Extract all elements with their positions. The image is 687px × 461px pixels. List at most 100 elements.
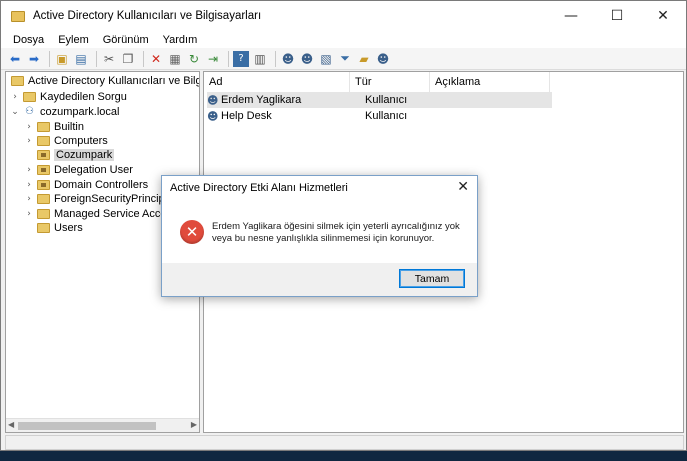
tree-label-selected: Cozumpark: [54, 148, 115, 161]
users-icon[interactable]: ☻: [375, 51, 391, 67]
domain-icon: ⚇: [25, 106, 34, 117]
dialog-message-line: Erdem Yaglikara öğesini silmek için yete…: [212, 221, 460, 232]
tree-label: Domain Controllers: [54, 178, 149, 191]
cut-icon[interactable]: ✂: [101, 51, 117, 67]
dialog-close-button[interactable]: ✕: [457, 179, 469, 195]
tree-item-foreign-security-principals[interactable]: › ForeignSecurityPrincipals: [24, 191, 179, 206]
ou-icon: [37, 179, 50, 190]
refresh-icon[interactable]: ↻: [186, 51, 202, 67]
scrollbar-thumb[interactable]: [18, 422, 156, 430]
ad-folder-icon: [11, 10, 25, 22]
copy-icon[interactable]: ❐: [120, 51, 136, 67]
folder-icon: [11, 75, 24, 86]
tree-label: Kaydedilen Sorgu: [40, 90, 127, 103]
column-header-description[interactable]: Açıklama: [430, 72, 550, 92]
export-icon[interactable]: ⇥: [205, 51, 221, 67]
back-icon[interactable]: ⬅: [7, 51, 23, 67]
console-tree-icon[interactable]: ▤: [73, 51, 89, 67]
tree-label: Active Directory Kullanıcıları ve Bilgis…: [28, 74, 200, 87]
toolbar-separator: [228, 50, 229, 67]
horizontal-scrollbar[interactable]: ◀ ▶: [6, 418, 199, 432]
tree-label: Users: [54, 221, 83, 234]
tree-label: cozumpark.local: [40, 105, 120, 118]
ou-icon: [37, 149, 50, 160]
folder-icon: [37, 121, 50, 132]
tree-label: Computers: [54, 134, 108, 147]
tree-root[interactable]: Active Directory Kullanıcıları ve Bilgis…: [8, 73, 200, 88]
tree-item-cozumpark[interactable]: Cozumpark: [24, 147, 115, 162]
folder-icon[interactable]: ▰: [356, 51, 372, 67]
tree-item-computers[interactable]: › Computers: [24, 133, 108, 148]
tree-label: ForeignSecurityPrincipals: [54, 192, 179, 205]
chevron-right-icon[interactable]: ›: [24, 136, 34, 146]
delete-icon[interactable]: ✕: [148, 51, 164, 67]
ou-icon: [37, 164, 50, 175]
tree-item-domain[interactable]: ⌄ ⚇ cozumpark.local: [10, 104, 119, 119]
up-folder-icon[interactable]: ▣: [54, 51, 70, 67]
menu-dosya[interactable]: Dosya: [6, 34, 51, 46]
minimize-button[interactable]: —: [548, 1, 594, 31]
view-icon[interactable]: ▥: [252, 51, 268, 67]
folder-icon: [37, 222, 50, 233]
dialog-message-line: veya bu nesne yanlışlıkla silinmemesi iç…: [212, 233, 435, 244]
filter-icon[interactable]: ⏷: [337, 51, 353, 67]
maximize-button[interactable]: ☐: [594, 1, 640, 31]
window-title: Active Directory Kullanıcıları ve Bilgis…: [33, 10, 262, 22]
item-type: Kullanıcı: [365, 94, 408, 106]
dialog-title: Active Directory Etki Alanı Hizmetleri: [170, 182, 348, 194]
toolbar-separator: [96, 50, 97, 67]
item-name: Help Desk: [221, 110, 272, 122]
toolbar-separator: [143, 50, 144, 67]
ou-icon[interactable]: ▧: [318, 51, 334, 67]
tree-label: Builtin: [54, 120, 84, 133]
user-icon: ☻: [207, 93, 219, 107]
folder-icon: [23, 91, 36, 102]
tree-item-saved-queries[interactable]: › Kaydedilen Sorgu: [10, 89, 127, 104]
tree-item-delegation-user[interactable]: › Delegation User: [24, 162, 133, 177]
toolbar-separator: [49, 50, 50, 67]
folder-icon: [37, 208, 50, 219]
title-bar[interactable]: Active Directory Kullanıcıları ve Bilgis…: [1, 1, 686, 31]
list-item[interactable]: ☻ Help Desk Kullanıcı: [207, 108, 552, 124]
tree-item-builtin[interactable]: › Builtin: [24, 119, 84, 134]
ok-button[interactable]: Tamam: [399, 269, 465, 288]
chevron-down-icon[interactable]: ⌄: [10, 107, 20, 117]
menu-eylem[interactable]: Eylem: [51, 34, 96, 46]
chevron-right-icon[interactable]: ›: [24, 209, 34, 219]
scroll-left-icon[interactable]: ◀: [8, 420, 14, 429]
chevron-right-icon[interactable]: ›: [10, 92, 20, 102]
toolbar-separator: [275, 50, 276, 67]
toolbar: ⬅ ➡ ▣ ▤ ✂ ❐ ✕ ▦ ↻ ⇥ ? ▥ ☻ ☻ ▧ ⏷ ▰ ☻: [1, 48, 686, 70]
menu-bar: Dosya Eylem Görünüm Yardım: [1, 31, 686, 48]
tree-item-users[interactable]: Users: [24, 220, 83, 235]
forward-icon[interactable]: ➡: [26, 51, 42, 67]
scroll-right-icon[interactable]: ▶: [191, 420, 197, 429]
chevron-right-icon[interactable]: ›: [24, 122, 34, 132]
dialog-footer: Tamam: [162, 263, 477, 296]
user-icon: ☻: [207, 109, 219, 123]
item-type: Kullanıcı: [365, 110, 408, 122]
error-dialog: Active Directory Etki Alanı Hizmetleri ✕…: [161, 175, 478, 297]
menu-gorunum[interactable]: Görünüm: [96, 34, 156, 46]
close-button[interactable]: ✕: [640, 1, 686, 31]
chevron-right-icon[interactable]: ›: [24, 180, 34, 190]
dialog-message: Erdem Yaglikara öğesini silmek için yete…: [212, 221, 472, 245]
user-icon[interactable]: ☻: [280, 51, 296, 67]
folder-icon: [37, 135, 50, 146]
status-bar: [5, 435, 684, 450]
chevron-right-icon[interactable]: ›: [24, 194, 34, 204]
tree-label: Delegation User: [54, 163, 133, 176]
help-icon[interactable]: ?: [233, 50, 249, 67]
list-item[interactable]: ☻ Erdem Yaglikara Kullanıcı: [207, 92, 552, 108]
menu-yardim[interactable]: Yardım: [156, 34, 205, 46]
column-header-type[interactable]: Tür: [350, 72, 430, 92]
item-name: Erdem Yaglikara: [221, 94, 302, 106]
folder-icon: [37, 193, 50, 204]
tree-item-managed-service-accounts[interactable]: › Managed Service Accoun: [24, 206, 179, 221]
column-header-name[interactable]: Ad: [204, 72, 350, 92]
properties-icon[interactable]: ▦: [167, 51, 183, 67]
tree-item-domain-controllers[interactable]: › Domain Controllers: [24, 177, 148, 192]
chevron-right-icon[interactable]: ›: [24, 165, 34, 175]
group-icon[interactable]: ☻: [299, 51, 315, 67]
error-icon: ✕: [180, 220, 204, 244]
